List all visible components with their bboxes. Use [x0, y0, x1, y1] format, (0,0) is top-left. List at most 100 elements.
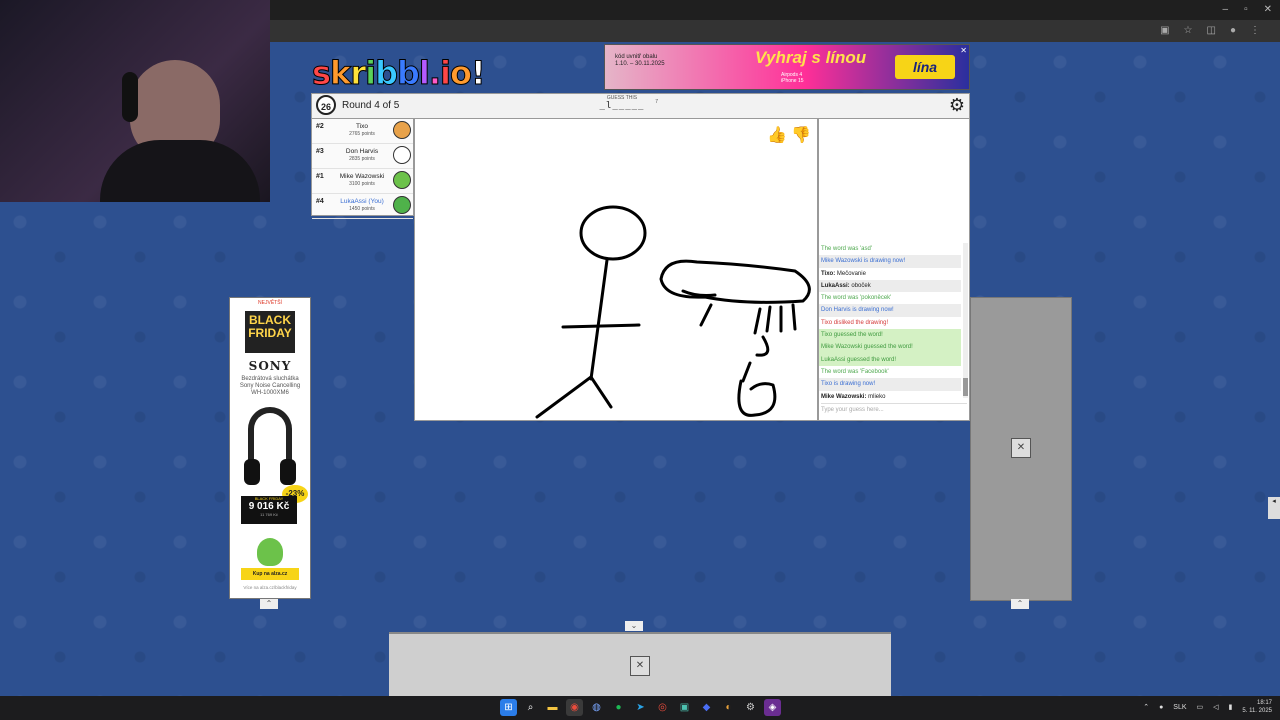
side-panel-tab[interactable]: ◂	[1268, 497, 1280, 519]
folder-icon[interactable]: ▬	[544, 699, 561, 716]
clock-time: 18:17	[1256, 700, 1272, 706]
drawing-canvas[interactable]: 👍 👎	[414, 118, 818, 421]
chat-message: Tixo is drawing now!	[819, 378, 961, 391]
vscode-icon[interactable]: ◆	[698, 699, 715, 716]
ad-promo-text: kód uvnitř obalu 1.10. – 30.11.2025	[615, 54, 665, 67]
chat-messages: The word was 'asd' Mike Wazowski is drawi…	[819, 243, 961, 403]
chat-text: oboček	[849, 282, 871, 289]
chat-message: Mike Wazowski guessed the word!	[819, 341, 961, 354]
headphones-image	[244, 407, 296, 485]
menu-icon[interactable]: ⋮	[1250, 25, 1260, 36]
ad-close-icon[interactable]: ✕	[960, 46, 967, 55]
spotify-icon[interactable]: ●	[610, 699, 627, 716]
chat-message: The word was 'asd'	[819, 243, 961, 255]
bookmark-icon[interactable]: ☆	[1184, 25, 1193, 36]
app-icon[interactable]: ▣	[676, 699, 693, 716]
player-row[interactable]: #1 Mike Wazowski 3100 points	[312, 169, 413, 194]
webcam-overlay	[0, 0, 270, 202]
player-rank: #4	[316, 198, 324, 205]
chevron-up-icon[interactable]: ⌃	[1011, 599, 1029, 609]
discord-icon[interactable]: ◍	[588, 699, 605, 716]
player-name: Tixo	[355, 123, 369, 130]
chat-message: Tixo: Mečovanie	[819, 268, 961, 280]
ad-brand: lína	[895, 55, 955, 79]
player-name: LukaAssi (You)	[340, 198, 384, 205]
chrome-icon[interactable]: ◉	[566, 699, 583, 716]
network-icon[interactable]: ▭	[1197, 703, 1204, 711]
volume-icon[interactable]: ◁	[1213, 703, 1218, 711]
chat-username: Mike Wazowski:	[821, 393, 867, 400]
ad-placeholder-right: ✕	[970, 297, 1072, 601]
clock[interactable]: 18:17 5. 11. 2025	[1242, 699, 1272, 715]
chat-text: The word was 'pokoněcek'	[821, 295, 892, 302]
profile-icon[interactable]: ●	[1230, 25, 1236, 36]
chat-message: Tixo guessed the word!	[819, 329, 961, 342]
player-row[interactable]: #2 Tixo 2765 points	[312, 119, 413, 144]
opera-icon[interactable]: ◎	[654, 699, 671, 716]
start-icon[interactable]: ⊞	[500, 699, 517, 716]
scroll-thumb[interactable]	[963, 378, 968, 396]
chat-username: Tixo:	[821, 270, 836, 277]
obs-icon[interactable]: ◈	[764, 699, 781, 716]
chat-message: Don Harvis is drawing now!	[819, 304, 961, 317]
side-ad-alza[interactable]: NEJVĚTŠÍ BLACK FRIDAY SONY Bezdrátová sl…	[229, 297, 311, 599]
ad-product: Bezdrátová sluchátka Sony Noise Cancelli…	[239, 376, 301, 396]
player-avatar	[393, 121, 411, 139]
timer-clock: 26	[316, 95, 336, 115]
chat-panel: The word was 'asd' Mike Wazowski is drawi…	[818, 118, 970, 421]
chat-text: The word was 'asd'	[821, 246, 872, 252]
player-list: #2 Tixo 2765 points #3 Don Harvis 2835 points…	[311, 118, 414, 219]
chat-text: Don Harvis is drawing now!	[821, 307, 894, 314]
price-box: BLACK FRIDAY 9 016 Kč 11 769 Kč	[241, 496, 297, 524]
close-icon[interactable]: ✕	[1264, 4, 1272, 15]
headphones	[122, 72, 138, 122]
chat-message: Mike Wazowski: mlieko	[819, 391, 961, 403]
mic-icon[interactable]: ●	[1159, 704, 1163, 711]
player-row[interactable]: #4 LukaAssi (You) 1450 points	[312, 194, 413, 219]
steam-icon[interactable]: ⚙	[742, 699, 759, 716]
search-icon[interactable]: ⌕	[522, 699, 539, 716]
player-rank: #1	[316, 173, 324, 180]
tray-chevron-icon[interactable]: ⌃	[1143, 703, 1149, 711]
minimize-icon[interactable]: –	[1223, 4, 1229, 15]
chat-message: Mike Wazowski is drawing now!	[819, 255, 961, 268]
sony-logo: SONY	[248, 359, 292, 373]
top-banner-ad[interactable]: kód uvnitř obalu 1.10. – 30.11.2025 Vyhr…	[604, 44, 970, 90]
chat-message: LukaAssi: oboček	[819, 279, 961, 293]
buy-button[interactable]: Kup na alza.cz	[241, 568, 299, 580]
taskbar-apps: ⊞ ⌕ ▬ ◉ ◍ ● ➤ ◎ ▣ ◆ ◐ ⚙ ◈	[500, 699, 781, 716]
maximize-icon[interactable]: ▫	[1244, 4, 1248, 15]
broken-image-icon: ✕	[1011, 438, 1031, 458]
player-points: 2765 points	[349, 131, 375, 137]
broken-image-icon: ✕	[630, 656, 650, 676]
chat-text: The word was 'Facebook'	[821, 368, 889, 375]
chat-scrollbar[interactable]	[963, 243, 968, 398]
player-row[interactable]: #3 Don Harvis 2835 points	[312, 144, 413, 169]
chat-text: Mečovanie	[835, 270, 866, 277]
chat-text: mlieko	[866, 393, 886, 400]
language-indicator[interactable]: SLK	[1173, 704, 1186, 711]
alza-mascot	[257, 538, 283, 566]
ad-footer: Více na alza.cz/blackfriday	[243, 585, 297, 590]
chat-input[interactable]: Type your guess here...	[821, 403, 967, 416]
address-bar[interactable]	[270, 20, 1280, 42]
player-avatar	[393, 196, 411, 214]
skribbl-logo[interactable]: skribbl.io!	[311, 54, 486, 93]
chevron-up-icon[interactable]: ⌃	[260, 599, 278, 609]
player-avatar	[393, 146, 411, 164]
telegram-icon[interactable]: ➤	[632, 699, 649, 716]
chat-message: LukaAssi guessed the word!	[819, 353, 961, 366]
settings-gear-icon[interactable]: ⚙	[947, 95, 967, 115]
chat-text: Tixo guessed the word!	[821, 332, 883, 339]
clock-date: 5. 11. 2025	[1242, 708, 1272, 714]
extension-icon[interactable]: ▣	[1160, 25, 1169, 36]
puzzle-icon[interactable]: ◫	[1207, 25, 1216, 36]
player-name: Don Harvis	[345, 148, 379, 155]
battery-icon[interactable]: ▮	[1229, 703, 1233, 711]
streamer-body	[100, 140, 260, 202]
system-tray: ⌃ ● SLK ▭ ◁ ▮ 18:17 5. 11. 2025	[1143, 699, 1272, 715]
chevron-down-icon[interactable]: ⌄	[625, 621, 643, 631]
black-friday-badge: BLACK FRIDAY	[245, 311, 295, 353]
drawing-strokes	[535, 205, 811, 419]
firefox-icon[interactable]: ◐	[720, 699, 737, 716]
